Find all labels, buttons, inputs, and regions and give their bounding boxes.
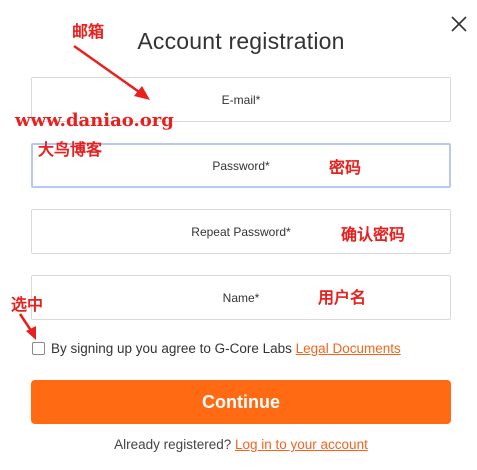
login-link[interactable]: Log in to your account <box>235 437 368 452</box>
legal-documents-link[interactable]: Legal Documents <box>296 341 401 356</box>
continue-button[interactable]: Continue <box>31 380 451 424</box>
agree-statement: By signing up you agree to G-Core Labs <box>51 341 296 356</box>
name-field[interactable]: Name* <box>31 275 451 320</box>
password-label: Password* <box>212 158 270 173</box>
annotation-select: 选中 <box>11 295 44 314</box>
registration-dialog: Account registration E-mail* Password* R… <box>0 0 477 470</box>
already-registered-text: Already registered? <box>114 437 235 452</box>
annotation-site: www.daniao.org <box>15 110 174 131</box>
repeat-password-label: Repeat Password* <box>191 224 291 239</box>
annotation-blog: 大鸟博客 <box>38 140 103 159</box>
agree-checkbox[interactable] <box>32 342 45 355</box>
annotation-username: 用户名 <box>318 288 367 307</box>
annotation-mail: 邮箱 <box>72 22 105 41</box>
already-registered: Already registered? Log in to your accou… <box>0 437 477 452</box>
name-label: Name* <box>222 290 260 305</box>
agree-text: By signing up you agree to G-Core Labs L… <box>51 341 401 356</box>
email-label: E-mail* <box>221 92 261 107</box>
close-icon[interactable] <box>449 14 469 34</box>
annotation-password: 密码 <box>329 158 362 177</box>
annotation-confirm-password: 确认密码 <box>341 225 406 244</box>
